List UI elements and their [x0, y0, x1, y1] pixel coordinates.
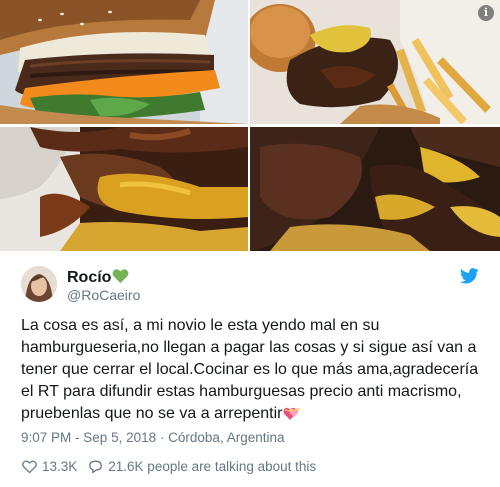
tweet-header: Rocío @RoCaeiro	[21, 266, 479, 306]
display-name[interactable]: Rocío	[67, 269, 111, 287]
handle[interactable]: @RoCaeiro	[67, 287, 140, 304]
green-heart-icon	[113, 269, 129, 284]
photo-burger-egg[interactable]	[0, 0, 248, 124]
like-count: 13.3K	[42, 458, 78, 474]
avatar[interactable]	[21, 266, 57, 302]
photo-burger-egg-image	[0, 0, 248, 124]
reply-button[interactable]: 21.6K people are talking about this	[87, 458, 316, 475]
photo-cheese-closeup-image	[0, 127, 248, 251]
tweet-meta: 9:07 PM - Sep 5, 2018 · Córdoba, Argenti…	[21, 430, 285, 445]
meta-separator: ·	[159, 430, 165, 445]
speech-bubble-icon	[89, 460, 103, 473]
tweet-author: Rocío @RoCaeiro	[67, 268, 140, 304]
photo-burger-fries[interactable]: i	[250, 0, 500, 124]
photo-bacon-cheese-image	[250, 127, 500, 251]
tweet-body: La cosa es así, a mi novio le esta yendo…	[21, 317, 479, 422]
photo-cheese-closeup[interactable]	[0, 127, 248, 251]
photo-burger-fries-image	[250, 0, 500, 124]
tweet-time[interactable]: 9:07 PM	[21, 430, 71, 445]
tweet-date[interactable]: Sep 5, 2018	[83, 430, 156, 445]
photo-bacon-cheese[interactable]	[250, 127, 500, 251]
avatar-image	[21, 266, 57, 302]
talking-count: 21.6K people are talking about this	[108, 458, 317, 474]
tweet-card: Rocío @RoCaeiro La cosa es así, a mi nov…	[0, 252, 500, 487]
like-button[interactable]: 13.3K	[21, 458, 77, 475]
tweet-location[interactable]: Córdoba, Argentina	[168, 430, 284, 445]
twitter-bird-icon[interactable]	[460, 268, 479, 284]
tweet-actions: 13.3K 21.6K people are talking about thi…	[21, 457, 316, 475]
heart-with-ribbon-icon	[283, 407, 300, 420]
photo-grid: i	[0, 0, 500, 252]
heart-outline-icon	[22, 460, 37, 473]
info-icon[interactable]: i	[478, 5, 494, 21]
tweet-text: La cosa es así, a mi novio le esta yendo…	[21, 315, 483, 425]
